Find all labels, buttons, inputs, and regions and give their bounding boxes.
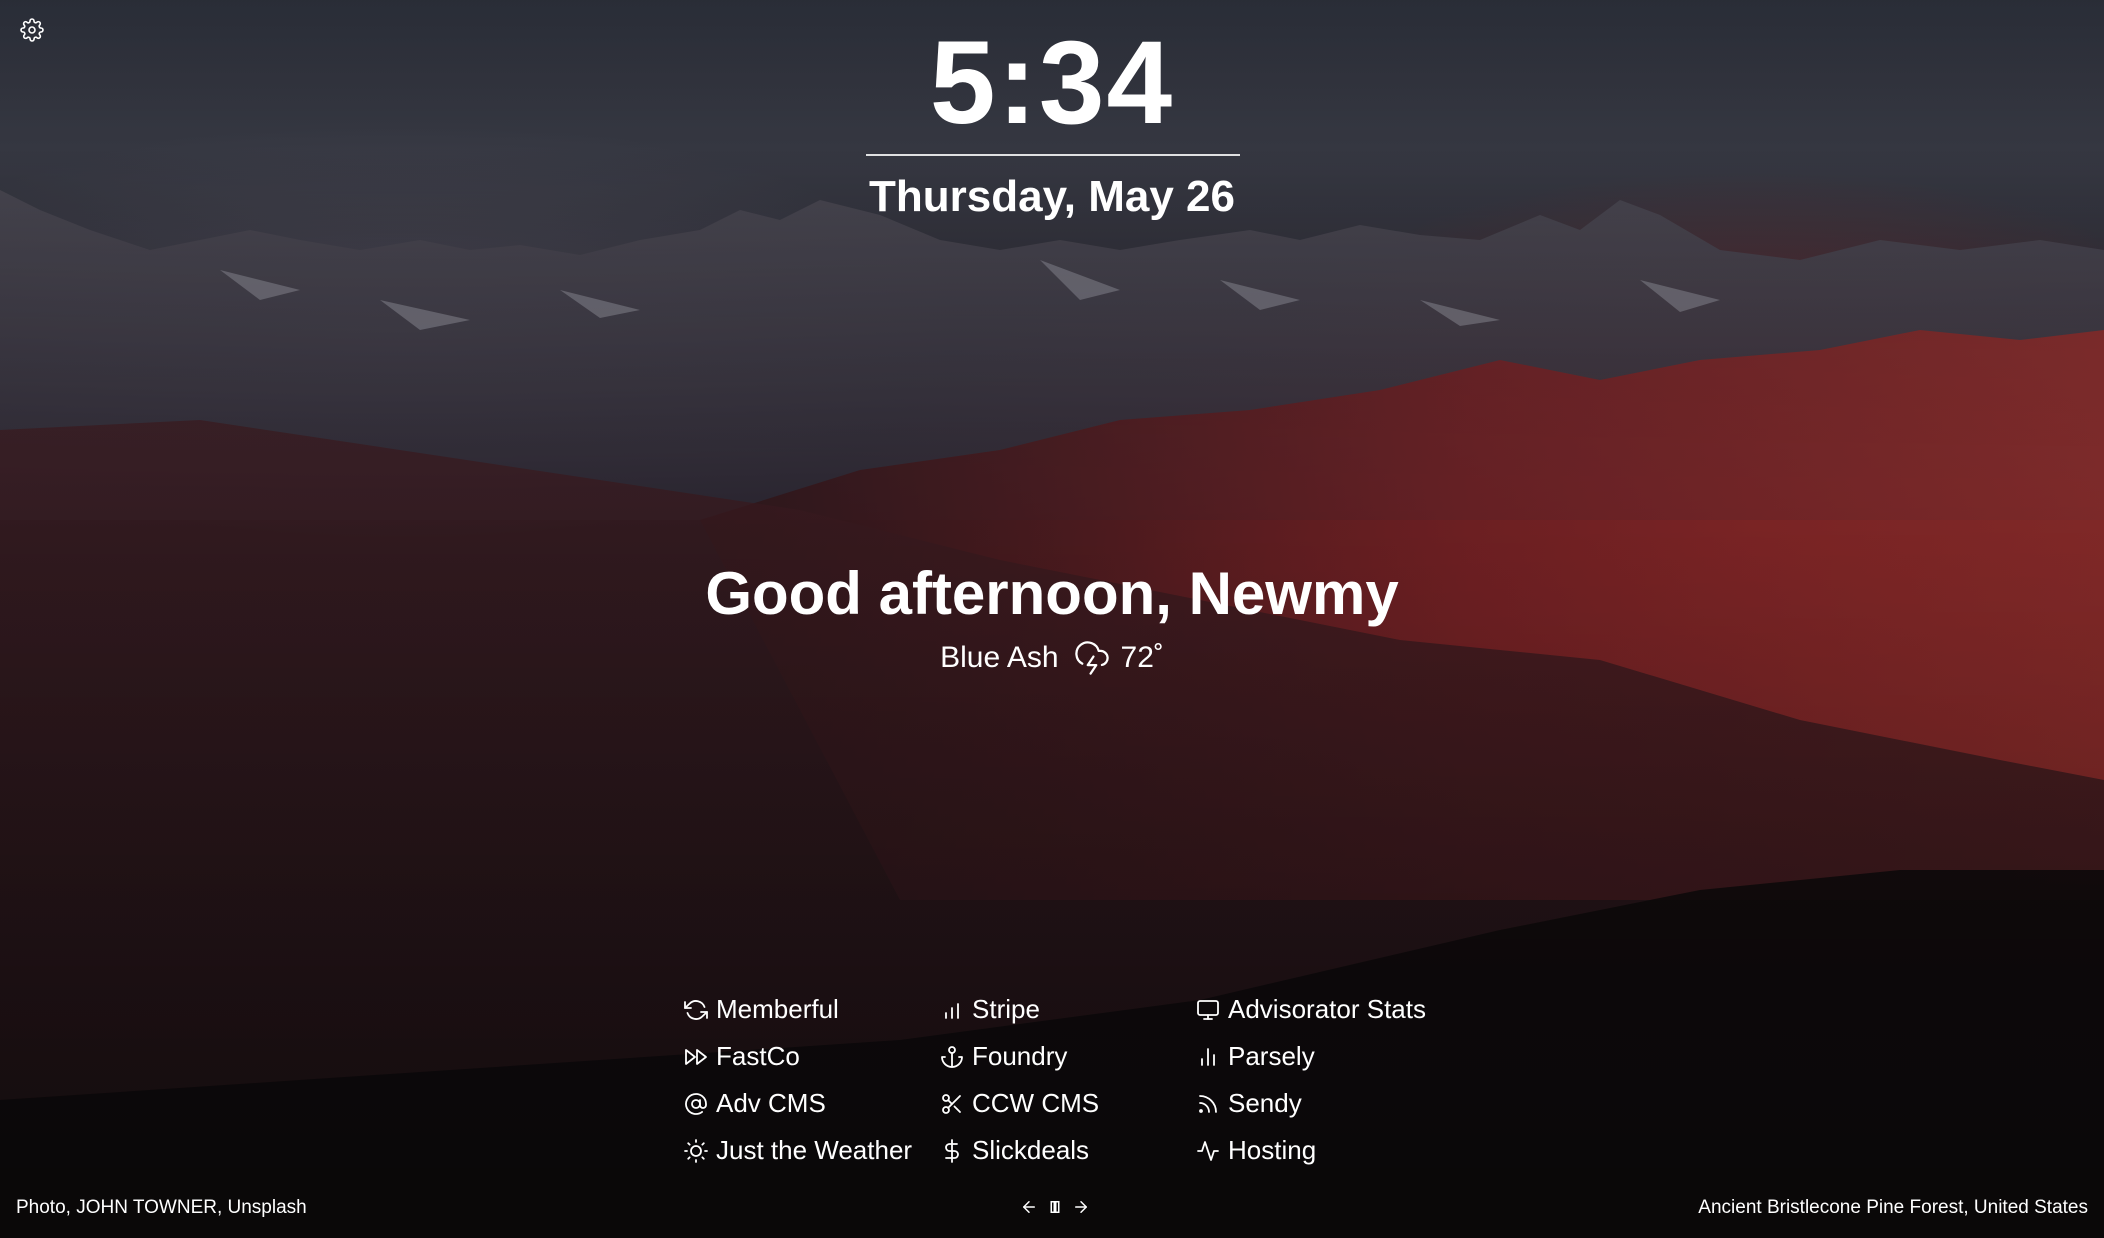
- link-label: Hosting: [1228, 1135, 1317, 1165]
- bar-chart-2-icon: [1196, 1045, 1220, 1069]
- date-label: Thursday, May 26: [869, 172, 1235, 221]
- greeting-text: Good afternoon, Newmy: [705, 560, 1399, 627]
- weather-temperature: 72˚: [1120, 641, 1164, 674]
- pause-icon[interactable]: [1046, 1198, 1064, 1216]
- link-label: Foundry: [972, 1041, 1068, 1071]
- fast-forward-icon: [684, 1045, 708, 1069]
- link-ccw-cms[interactable]: CCW CMS: [940, 1080, 1196, 1127]
- arrow-left-icon[interactable]: [1020, 1198, 1038, 1216]
- cloud-lightning-icon: [1074, 641, 1109, 675]
- refresh-icon: [684, 998, 708, 1022]
- rss-icon: [1196, 1092, 1220, 1116]
- clock-time: 5:34: [929, 17, 1175, 149]
- link-just-the-weather[interactable]: Just the Weather: [684, 1127, 940, 1174]
- bar-chart-icon: [940, 998, 964, 1022]
- link-slickdeals[interactable]: Slickdeals: [940, 1127, 1196, 1174]
- at-sign-icon: [684, 1092, 708, 1116]
- activity-icon: [1196, 1139, 1220, 1163]
- photo-location[interactable]: Ancient Bristlecone Pine Forest, United …: [1698, 1196, 2088, 1220]
- link-label: CCW CMS: [972, 1088, 1100, 1118]
- weather-widget[interactable]: Blue Ash 72˚: [0, 637, 2104, 679]
- quick-links-grid: Memberful Stripe Advisorator Stats FastC…: [684, 986, 1452, 1174]
- monitor-icon: [1196, 998, 1220, 1022]
- sun-icon: [684, 1138, 708, 1163]
- link-label: FastCo: [716, 1041, 800, 1071]
- link-adv-cms[interactable]: Adv CMS: [684, 1080, 940, 1127]
- link-label: Advisorator Stats: [1228, 994, 1426, 1024]
- weather-location: Blue Ash: [940, 641, 1059, 674]
- scissors-icon: [940, 1092, 964, 1116]
- background-controls: [1020, 1198, 1090, 1216]
- photo-credit[interactable]: Photo, JOHN TOWNER, Unsplash: [16, 1196, 307, 1220]
- link-hosting[interactable]: Hosting: [1196, 1127, 1452, 1174]
- link-advisorator-stats[interactable]: Advisorator Stats: [1196, 986, 1452, 1033]
- link-label: Slickdeals: [972, 1135, 1090, 1165]
- link-foundry[interactable]: Foundry: [940, 1033, 1196, 1080]
- link-fastco[interactable]: FastCo: [684, 1033, 940, 1080]
- link-label: Memberful: [716, 994, 839, 1024]
- link-label: Sendy: [1228, 1088, 1302, 1118]
- anchor-icon: [940, 1045, 964, 1069]
- link-memberful[interactable]: Memberful: [684, 986, 940, 1033]
- link-label: Just the Weather: [716, 1135, 913, 1165]
- link-label: Stripe: [972, 994, 1040, 1024]
- link-stripe[interactable]: Stripe: [940, 986, 1196, 1033]
- link-label: Adv CMS: [716, 1088, 826, 1118]
- dollar-sign-icon: [940, 1138, 964, 1163]
- link-sendy[interactable]: Sendy: [1196, 1080, 1452, 1127]
- background-photo: 5:34 Thursday, May 26 Good afternoon, Ne…: [0, 0, 2104, 1238]
- link-parsely[interactable]: Parsely: [1196, 1033, 1452, 1080]
- arrow-right-icon[interactable]: [1072, 1198, 1090, 1216]
- clock-divider: [866, 154, 1240, 156]
- link-label: Parsely: [1228, 1041, 1315, 1071]
